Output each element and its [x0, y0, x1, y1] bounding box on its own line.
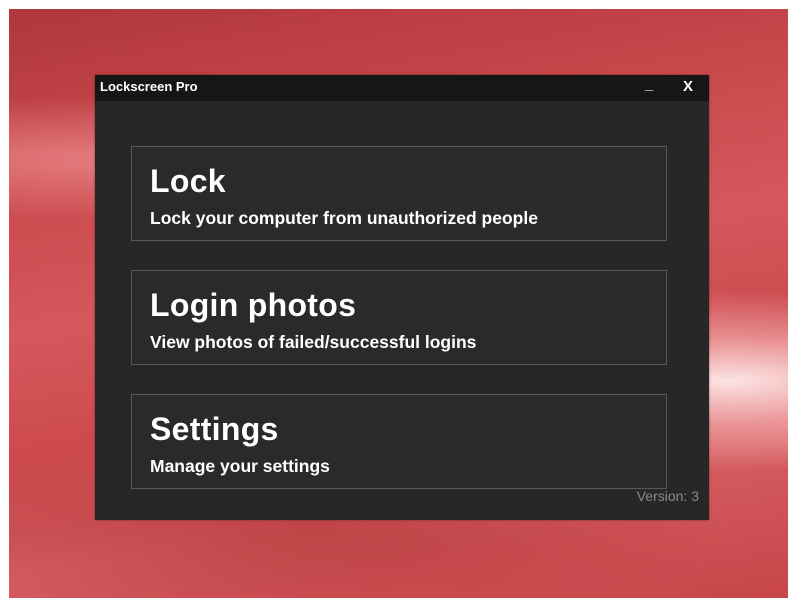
login-photos-tile-button[interactable]: Login photos View photos of failed/succe…	[131, 270, 667, 365]
window-title: Lockscreen Pro	[100, 79, 198, 94]
minimize-button[interactable]: _	[645, 76, 653, 93]
login-photos-tile-title: Login photos	[150, 287, 357, 323]
title-bar[interactable]: Lockscreen Pro _ X	[95, 75, 709, 101]
app-window: Lockscreen Pro _ X Lock Lock your comput…	[95, 75, 709, 520]
settings-tile-title: Settings	[150, 411, 279, 447]
desktop-background: Lockscreen Pro _ X Lock Lock your comput…	[9, 9, 788, 598]
login-photos-tile-subtitle: View photos of failed/successful logins	[150, 332, 477, 352]
settings-tile-subtitle: Manage your settings	[150, 456, 330, 476]
lock-tile-subtitle: Lock your computer from unauthorized peo…	[150, 208, 538, 228]
settings-tile-button[interactable]: Settings Manage your settings	[131, 394, 667, 489]
close-button[interactable]: X	[683, 78, 693, 95]
lock-tile-title: Lock	[150, 163, 226, 199]
lock-tile-button[interactable]: Lock Lock your computer from unauthorize…	[131, 146, 667, 241]
version-label: Version: 3	[636, 488, 699, 504]
